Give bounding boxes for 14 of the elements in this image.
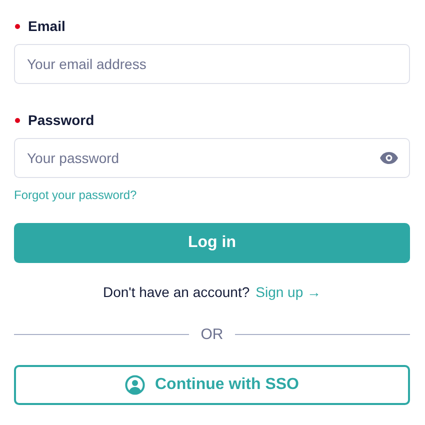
divider-label: OR [200, 326, 224, 343]
signup-prompt: Don't have an account? [102, 284, 250, 300]
input-field[interactable]: Your password [14, 138, 410, 178]
forgot-password-link[interactable]: Forgot your password? [14, 188, 137, 202]
required-dot [15, 24, 20, 28]
signup-link[interactable]: Sign up → [256, 284, 322, 300]
required-dot [15, 118, 20, 122]
field-label: Password [28, 112, 94, 128]
input-field[interactable]: Your email address [14, 44, 410, 84]
login-button[interactable]: Log in [14, 223, 410, 263]
field-label: Email [28, 18, 66, 34]
eye-icon[interactable] [380, 152, 398, 164]
user-icon [125, 375, 145, 395]
sso-button[interactable]: Continue with SSO [14, 365, 410, 405]
